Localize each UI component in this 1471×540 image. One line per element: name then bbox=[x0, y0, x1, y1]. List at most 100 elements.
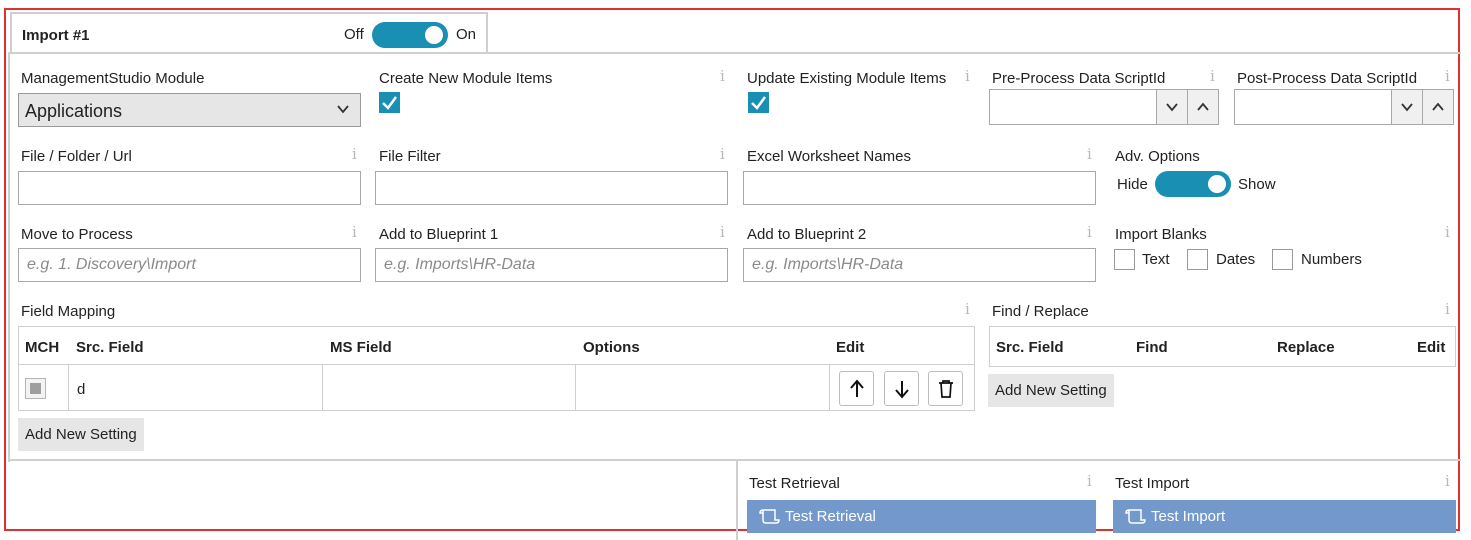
add-mapping-button[interactable]: Add New Setting bbox=[18, 418, 144, 451]
pre-script-label: Pre-Process Data ScriptId bbox=[992, 70, 1166, 87]
info-icon[interactable]: i bbox=[1210, 67, 1215, 85]
mch-indeterminate-mark bbox=[30, 383, 41, 394]
blueprint1-input[interactable] bbox=[375, 248, 728, 282]
excel-worksheet-input[interactable] bbox=[743, 171, 1096, 205]
find-replace-label: Find / Replace bbox=[992, 303, 1089, 320]
file-filter-input[interactable] bbox=[375, 171, 728, 205]
blank-text-checkbox[interactable] bbox=[1114, 249, 1135, 270]
pre-script-up-button[interactable] bbox=[1187, 90, 1218, 124]
post-script-label: Post-Process Data ScriptId bbox=[1237, 70, 1418, 87]
adv-show-label: Show bbox=[1238, 176, 1276, 193]
update-items-label: Update Existing Module Items bbox=[747, 70, 947, 87]
blank-dates-label: Dates bbox=[1216, 251, 1256, 268]
enable-toggle[interactable] bbox=[372, 22, 448, 48]
adv-options-toggle[interactable] bbox=[1155, 171, 1231, 197]
info-icon[interactable]: i bbox=[1087, 145, 1092, 163]
col-find[interactable]: Find bbox=[1136, 339, 1168, 356]
info-icon[interactable]: i bbox=[1445, 223, 1450, 241]
chevron-up-icon bbox=[1197, 102, 1209, 111]
mch-checkbox[interactable] bbox=[25, 378, 46, 399]
post-script-down-button[interactable] bbox=[1391, 90, 1422, 124]
divider-top bbox=[10, 52, 1461, 54]
info-icon[interactable]: i bbox=[352, 223, 357, 241]
chevron-up-icon bbox=[1432, 102, 1444, 111]
module-label: ManagementStudio Module bbox=[21, 70, 205, 87]
import-tab[interactable]: Import #1 Off On bbox=[10, 12, 488, 52]
col-replace[interactable]: Replace bbox=[1277, 339, 1335, 356]
move-process-label: Move to Process bbox=[21, 226, 133, 243]
chevron-down-icon bbox=[336, 102, 350, 120]
post-script-up-button[interactable] bbox=[1422, 90, 1453, 124]
col-options[interactable]: Options bbox=[583, 339, 640, 356]
info-icon[interactable]: i bbox=[720, 223, 725, 241]
test-retrieval-label: Test Retrieval bbox=[749, 475, 840, 492]
divider-bottom bbox=[8, 459, 1461, 461]
toggle-on-label: On bbox=[456, 26, 477, 43]
move-process-input[interactable] bbox=[18, 248, 361, 282]
row-src-field[interactable]: d bbox=[77, 381, 85, 398]
divider-tests bbox=[736, 461, 738, 540]
table-row[interactable]: d bbox=[19, 365, 974, 410]
post-script-input[interactable] bbox=[1234, 89, 1454, 125]
cell-divider bbox=[575, 365, 576, 410]
adv-options-label: Adv. Options bbox=[1115, 148, 1200, 165]
info-icon[interactable]: i bbox=[1087, 223, 1092, 241]
col-fr-edit[interactable]: Edit bbox=[1417, 339, 1445, 356]
blueprint2-input[interactable] bbox=[743, 248, 1096, 282]
arrow-up-icon bbox=[849, 378, 864, 397]
adv-hide-label: Hide bbox=[1117, 176, 1148, 193]
col-fr-src-field[interactable]: Src. Field bbox=[996, 339, 1064, 356]
tab-title: Import #1 bbox=[22, 27, 90, 44]
cell-divider bbox=[68, 365, 69, 410]
create-items-checkbox[interactable] bbox=[379, 92, 400, 113]
delete-button[interactable] bbox=[928, 371, 963, 406]
toggle-off-label: Off bbox=[344, 26, 364, 43]
blank-text-label: Text bbox=[1142, 251, 1170, 268]
toggle-knob bbox=[1208, 175, 1226, 193]
col-mch[interactable]: MCH bbox=[25, 339, 59, 356]
trash-icon bbox=[938, 379, 953, 398]
test-retrieval-button-label: Test Retrieval bbox=[785, 508, 876, 525]
info-icon[interactable]: i bbox=[1445, 67, 1450, 85]
test-import-button[interactable]: Test Import bbox=[1113, 500, 1456, 533]
cell-divider bbox=[322, 365, 323, 410]
col-ms-field[interactable]: MS Field bbox=[330, 339, 392, 356]
info-icon[interactable]: i bbox=[352, 145, 357, 163]
check-icon bbox=[382, 96, 398, 110]
excel-worksheet-label: Excel Worksheet Names bbox=[747, 148, 911, 165]
module-select[interactable]: Applications bbox=[18, 93, 361, 127]
info-icon[interactable]: i bbox=[1445, 300, 1450, 318]
move-up-button[interactable] bbox=[839, 371, 874, 406]
info-icon[interactable]: i bbox=[965, 300, 970, 318]
add-find-replace-button[interactable]: Add New Setting bbox=[988, 374, 1114, 407]
chevron-down-icon bbox=[1401, 103, 1413, 112]
info-icon[interactable]: i bbox=[720, 67, 725, 85]
info-icon[interactable]: i bbox=[1445, 472, 1450, 490]
col-edit[interactable]: Edit bbox=[836, 339, 864, 356]
test-retrieval-button[interactable]: Test Retrieval bbox=[747, 500, 1096, 533]
blank-dates-checkbox[interactable] bbox=[1187, 249, 1208, 270]
file-folder-label: File / Folder / Url bbox=[21, 148, 132, 165]
scroll-icon bbox=[759, 509, 780, 524]
pre-script-input[interactable] bbox=[989, 89, 1219, 125]
col-src-field[interactable]: Src. Field bbox=[76, 339, 144, 356]
blueprint2-label: Add to Blueprint 2 bbox=[747, 226, 867, 243]
divider-left bbox=[8, 52, 10, 462]
blank-numbers-checkbox[interactable] bbox=[1272, 249, 1293, 270]
field-mapping-label: Field Mapping bbox=[21, 303, 116, 320]
info-icon[interactable]: i bbox=[720, 145, 725, 163]
test-import-button-label: Test Import bbox=[1151, 508, 1226, 525]
chevron-down-icon bbox=[1166, 103, 1178, 112]
file-filter-label: File Filter bbox=[379, 148, 441, 165]
info-icon[interactable]: i bbox=[1087, 472, 1092, 490]
cell-divider bbox=[829, 365, 830, 410]
create-items-label: Create New Module Items bbox=[379, 70, 553, 87]
pre-script-down-button[interactable] bbox=[1156, 90, 1187, 124]
info-icon[interactable]: i bbox=[965, 67, 970, 85]
file-folder-input[interactable] bbox=[18, 171, 361, 205]
check-icon bbox=[751, 96, 767, 110]
arrow-down-icon bbox=[894, 380, 909, 399]
update-items-checkbox[interactable] bbox=[748, 92, 769, 113]
scroll-icon bbox=[1125, 509, 1146, 524]
move-down-button[interactable] bbox=[884, 371, 919, 406]
